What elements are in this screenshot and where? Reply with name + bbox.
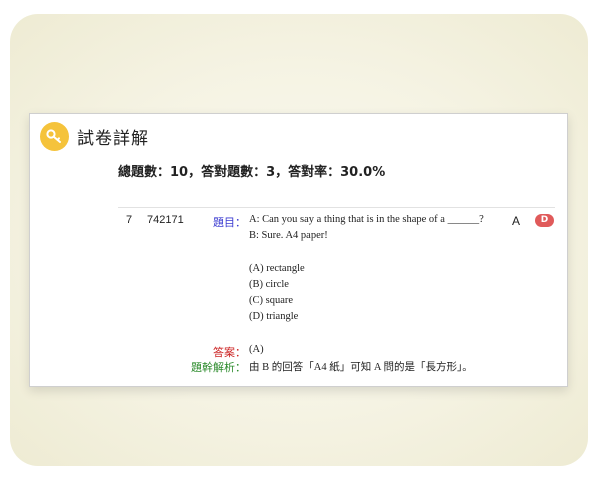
option-c: (C) square <box>249 295 294 306</box>
question-number: 7 <box>126 214 133 226</box>
option-d: (D) triangle <box>249 311 299 322</box>
page-title: 試卷詳解 <box>77 129 149 149</box>
question-label: 題目： <box>213 216 246 229</box>
divider <box>118 207 555 208</box>
exam-detail-card: 試卷詳解 總題數：10，答對題數：3，答對率：30.0% 7 742171 題目… <box>29 113 568 387</box>
score-summary: 總題數：10，答對題數：3，答對率：30.0% <box>118 165 386 180</box>
explanation-label: 題幹解析： <box>191 361 246 374</box>
user-answer-badge: D <box>535 214 554 227</box>
explanation-text: 由 B 的回答「A4 紙」可知 A 問的是「長方形」。 <box>249 362 473 373</box>
question-id: 742171 <box>147 214 184 226</box>
question-stem-line-2: B: Sure. A4 paper! <box>249 230 328 241</box>
question-stem-line-1: A: Can you say a thing that is in the sh… <box>249 214 484 225</box>
option-a: (A) rectangle <box>249 263 305 274</box>
key-icon <box>40 122 69 151</box>
correct-answer: A <box>512 214 521 228</box>
answer-label: 答案： <box>213 346 246 359</box>
option-b: (B) circle <box>249 279 289 290</box>
answer-value: (A) <box>249 344 264 355</box>
